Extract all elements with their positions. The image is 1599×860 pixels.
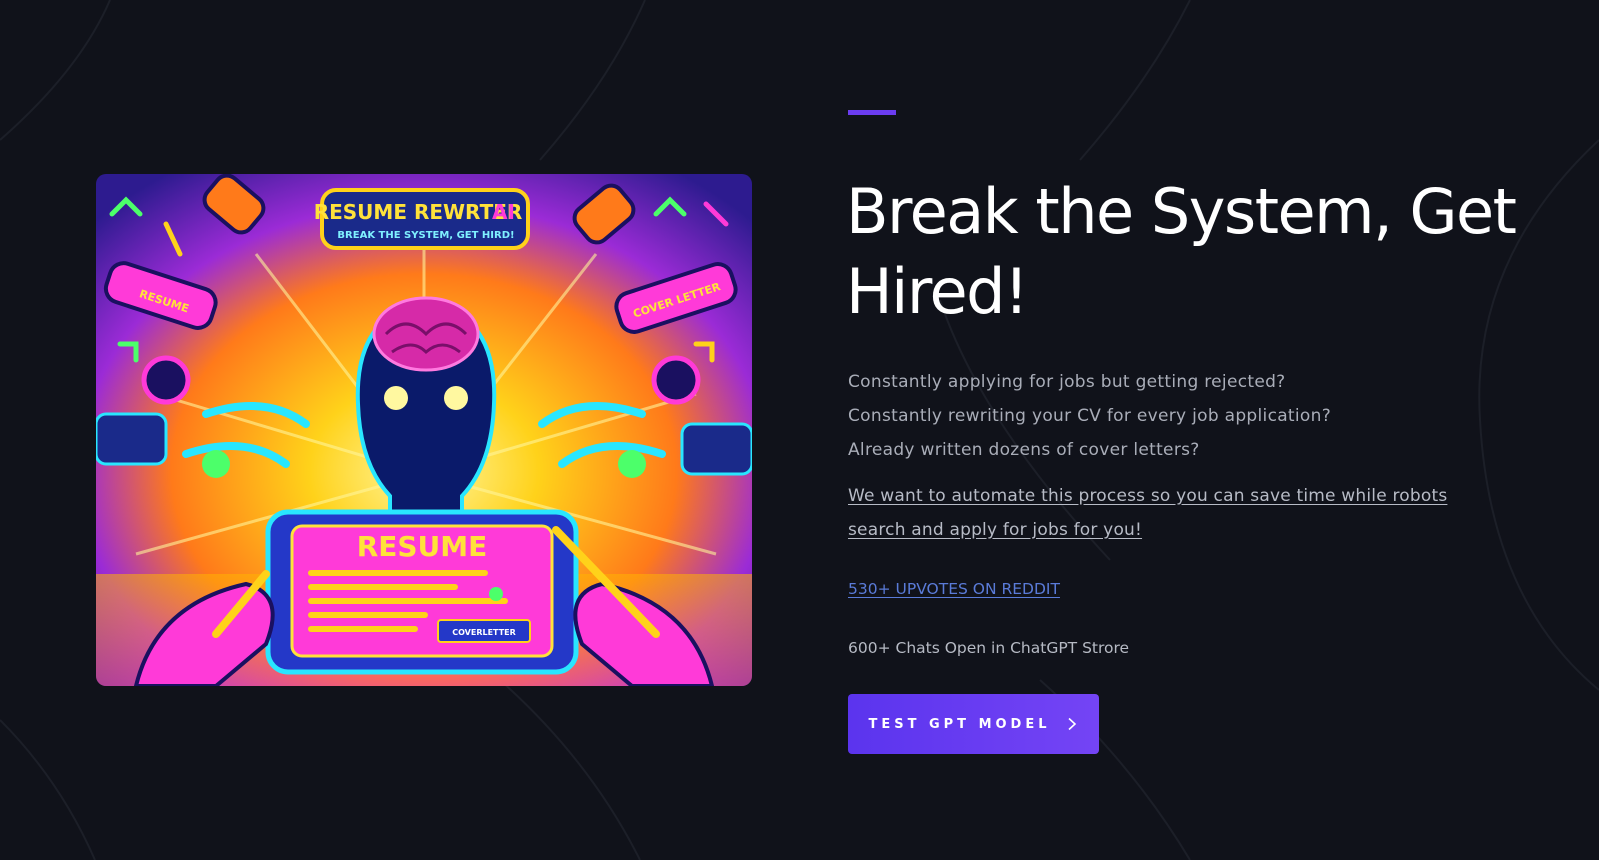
hero-illustration: RESUME REWRTER AI BREAK THE SYSTEM, GET … bbox=[96, 174, 752, 686]
pitch-text: We want to automate this process so you … bbox=[848, 486, 1448, 540]
chevron-right-icon bbox=[1067, 717, 1076, 731]
illustration-subtitle: BREAK THE SYSTEM, GET HIRD! bbox=[337, 230, 514, 241]
illustration-title-suffix: AI bbox=[492, 200, 515, 224]
illustration-title: RESUME REWRTER bbox=[314, 200, 523, 224]
pain-points-list: Constantly applying for jobs but getting… bbox=[848, 365, 1331, 467]
cta-label: TEST GPT MODEL bbox=[868, 716, 1051, 732]
illustration-card-button: COVERLETTER bbox=[452, 628, 516, 637]
chats-stat: 600+ Chats Open in ChatGPT Strore bbox=[848, 639, 1130, 657]
pain-point: Constantly rewriting your CV for every j… bbox=[848, 406, 1332, 426]
test-gpt-model-button[interactable]: TEST GPT MODEL bbox=[848, 694, 1099, 754]
pain-point: Constantly applying for jobs but getting… bbox=[848, 372, 1286, 392]
illustration-card-title: RESUME bbox=[357, 530, 488, 563]
pain-point: Already written dozens of cover letters? bbox=[848, 440, 1200, 460]
reddit-upvotes-link[interactable]: 530+ UPVOTES ON REDDIT bbox=[848, 580, 1060, 598]
page-title: Break the System, Get Hired! bbox=[846, 175, 1517, 328]
accent-bar bbox=[848, 110, 896, 115]
